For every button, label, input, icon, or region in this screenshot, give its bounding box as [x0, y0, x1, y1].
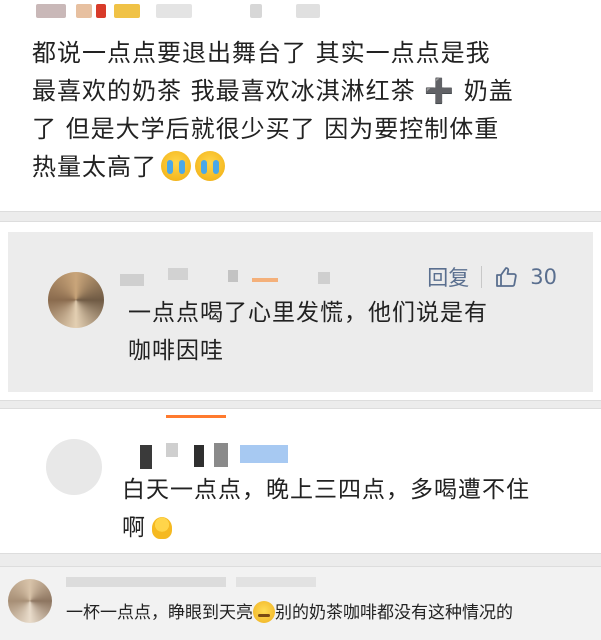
censored-username: [120, 274, 144, 286]
comment-text: 都说一点点要退出舞台了 其实一点点是我 最喜欢的奶茶 我最喜欢冰淇淋红茶 ➕ 奶…: [32, 34, 577, 186]
accent-bar: [166, 415, 226, 418]
comment-text: 白天一点点，晚上三四点，多喝遭不住 啊: [122, 471, 572, 547]
avatar[interactable]: [8, 579, 52, 623]
censored-username: [228, 270, 238, 282]
comment-actions: 回复 30: [427, 262, 557, 292]
censored-username: [318, 272, 330, 284]
comment-body: 白天一点点，晚上三四点，多喝遭不住 啊: [122, 477, 530, 541]
censored-block: [296, 4, 320, 18]
like-count: 30: [530, 265, 557, 289]
comment-text: 一杯一点点，睁眼到天亮 别的奶茶咖啡都没有这种情况的: [66, 601, 596, 625]
censored-username: [166, 443, 178, 457]
divider: [481, 266, 483, 288]
censored-username: [194, 445, 204, 467]
comment-card-4: 一杯一点点，睁眼到天亮 别的奶茶咖啡都没有这种情况的: [0, 566, 601, 640]
censored-username: [66, 577, 226, 587]
comment-card-1: 都说一点点要退出舞台了 其实一点点是我 最喜欢的奶茶 我最喜欢冰淇淋红茶 ➕ 奶…: [0, 0, 601, 212]
confused-face-icon: [253, 601, 275, 623]
avatar[interactable]: [46, 439, 102, 495]
censored-username: [240, 445, 288, 463]
crying-face-icon: [161, 151, 191, 181]
reply-panel: 回复 30 一点点喝了心里发慌，他们说是有 咖啡因哇: [8, 232, 593, 392]
comment-body: 别的奶茶咖啡都没有这种情况的: [275, 603, 513, 623]
comment-card-2: 回复 30 一点点喝了心里发慌，他们说是有 咖啡因哇: [0, 221, 601, 401]
sweat-face-icon: [152, 517, 172, 539]
thumbs-up-icon[interactable]: [494, 265, 518, 289]
censored-username: [168, 268, 188, 280]
censored-block: [36, 4, 66, 18]
reply-link[interactable]: 回复: [427, 262, 469, 292]
censored-block: [156, 4, 192, 18]
censored-username: [236, 577, 316, 587]
censored-block: [96, 4, 106, 18]
censored-block: [114, 4, 140, 18]
censored-block: [76, 4, 92, 18]
comment-body: 都说一点点要退出舞台了 其实一点点是我 最喜欢的奶茶 我最喜欢冰淇淋红茶 ➕ 奶…: [32, 39, 514, 181]
comment-text: 一点点喝了心里发慌，他们说是有 咖啡因哇: [128, 300, 488, 364]
censored-username: [214, 443, 228, 467]
crying-face-icon: [195, 151, 225, 181]
censored-username: [140, 445, 152, 469]
comment-card-3: 白天一点点，晚上三四点，多喝遭不住 啊: [0, 408, 601, 554]
censored-username: [252, 278, 278, 282]
avatar[interactable]: [48, 272, 104, 328]
censored-block: [250, 4, 262, 18]
comment-body: 一杯一点点，睁眼到天亮: [66, 603, 253, 623]
